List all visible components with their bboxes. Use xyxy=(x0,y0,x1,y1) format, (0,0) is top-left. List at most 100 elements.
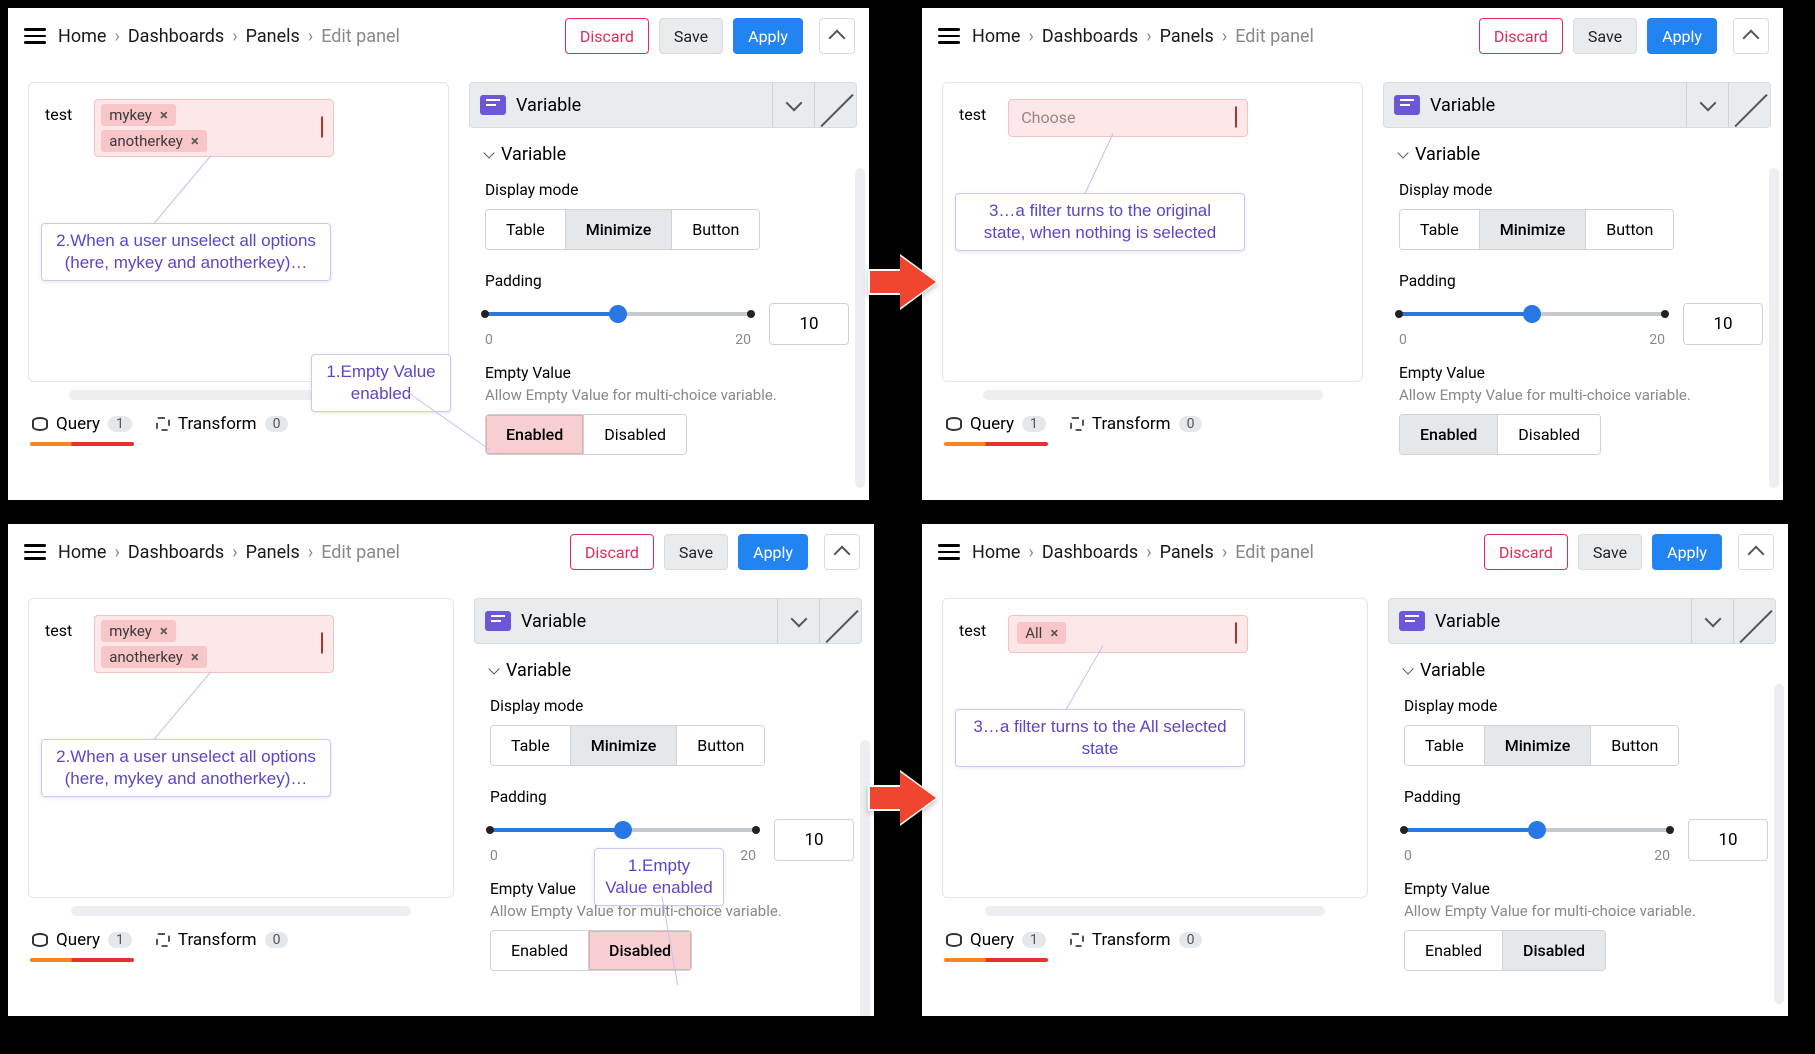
display-mode-button[interactable]: Button xyxy=(1591,726,1678,765)
chevron-down-icon[interactable] xyxy=(772,83,814,127)
hamburger-icon[interactable] xyxy=(936,22,962,50)
display-mode-button[interactable]: Button xyxy=(1586,210,1673,249)
chevron-down-icon[interactable] xyxy=(1686,83,1728,127)
panel-type-selector[interactable]: Variable xyxy=(474,598,862,644)
tab-transform[interactable]: Transform0 xyxy=(1070,926,1203,954)
chevron-right-icon[interactable] xyxy=(1728,83,1770,127)
collapse-pane-icon[interactable] xyxy=(1738,534,1774,570)
crumb-dashboards[interactable]: Dashboards xyxy=(128,26,224,47)
apply-button[interactable]: Apply xyxy=(733,18,803,54)
tab-query[interactable]: Query1 xyxy=(946,410,1046,438)
chevron-right-icon[interactable] xyxy=(1733,599,1775,643)
chevron-down-icon[interactable] xyxy=(321,119,323,138)
tab-transform[interactable]: Transform0 xyxy=(156,926,289,954)
apply-button[interactable]: Apply xyxy=(1647,18,1717,54)
filter-multiselect[interactable]: All× xyxy=(1008,615,1248,653)
chevron-right-icon[interactable] xyxy=(819,599,861,643)
display-mode-button[interactable]: Button xyxy=(672,210,759,249)
apply-button[interactable]: Apply xyxy=(1652,534,1722,570)
empty-value-disabled[interactable]: Disabled xyxy=(584,415,686,454)
save-button[interactable]: Save xyxy=(1573,18,1637,54)
crumb-home[interactable]: Home xyxy=(58,542,106,563)
crumb-dashboards[interactable]: Dashboards xyxy=(1042,26,1138,47)
empty-value-enabled[interactable]: Enabled xyxy=(486,415,584,454)
section-variable[interactable]: Variable xyxy=(485,144,849,165)
padding-slider[interactable] xyxy=(485,300,751,328)
chip-anotherkey[interactable]: anotherkey× xyxy=(101,130,207,152)
chevron-down-icon[interactable] xyxy=(1235,625,1237,644)
chevron-right-icon[interactable] xyxy=(814,83,856,127)
discard-button[interactable]: Discard xyxy=(1479,18,1563,54)
panel-type-selector[interactable]: Variable xyxy=(1383,82,1771,128)
hamburger-icon[interactable] xyxy=(22,22,48,50)
vertical-scrollbar[interactable] xyxy=(1774,684,1784,1004)
chevron-down-icon[interactable] xyxy=(321,635,323,654)
padding-input[interactable] xyxy=(1683,303,1763,345)
chevron-down-icon[interactable] xyxy=(1691,599,1733,643)
tab-query[interactable]: Query1 xyxy=(946,926,1046,954)
horizontal-scrollbar[interactable] xyxy=(985,906,1325,916)
discard-button[interactable]: Discard xyxy=(565,18,649,54)
tab-query[interactable]: Query 1 xyxy=(32,410,132,438)
apply-button[interactable]: Apply xyxy=(738,534,808,570)
vertical-scrollbar[interactable] xyxy=(855,168,865,488)
display-mode-minimize[interactable]: Minimize xyxy=(566,210,673,249)
close-icon[interactable]: × xyxy=(191,132,199,150)
empty-value-disabled[interactable]: Disabled xyxy=(589,931,691,970)
display-mode-minimize[interactable]: Minimize xyxy=(1480,210,1587,249)
section-variable[interactable]: Variable xyxy=(1404,660,1768,681)
padding-input[interactable] xyxy=(774,819,854,861)
horizontal-scrollbar[interactable] xyxy=(983,390,1323,400)
panel-type-selector[interactable]: Variable xyxy=(469,82,857,128)
chevron-down-icon[interactable] xyxy=(1235,109,1237,128)
crumb-panels[interactable]: Panels xyxy=(246,542,300,563)
slider-thumb[interactable] xyxy=(1528,821,1546,839)
close-icon[interactable]: × xyxy=(191,648,199,666)
tab-transform[interactable]: Transform0 xyxy=(1070,410,1203,438)
display-mode-table[interactable]: Table xyxy=(1400,210,1480,249)
padding-input[interactable] xyxy=(1688,819,1768,861)
display-mode-button[interactable]: Button xyxy=(677,726,764,765)
save-button[interactable]: Save xyxy=(659,18,723,54)
chip-all[interactable]: All× xyxy=(1017,622,1066,644)
display-mode-table[interactable]: Table xyxy=(491,726,571,765)
save-button[interactable]: Save xyxy=(1578,534,1642,570)
close-icon[interactable]: × xyxy=(1050,624,1058,642)
chevron-down-icon[interactable] xyxy=(777,599,819,643)
padding-input[interactable] xyxy=(769,303,849,345)
empty-value-disabled[interactable]: Disabled xyxy=(1503,931,1605,970)
slider-thumb[interactable] xyxy=(614,821,632,839)
crumb-dashboards[interactable]: Dashboards xyxy=(128,542,224,563)
crumb-home[interactable]: Home xyxy=(58,26,106,47)
chip-anotherkey[interactable]: anotherkey× xyxy=(101,646,207,668)
section-variable[interactable]: Variable xyxy=(490,660,854,681)
hamburger-icon[interactable] xyxy=(22,538,48,566)
collapse-pane-icon[interactable] xyxy=(824,534,860,570)
crumb-panels[interactable]: Panels xyxy=(246,26,300,47)
slider-thumb[interactable] xyxy=(1523,305,1541,323)
display-mode-minimize[interactable]: Minimize xyxy=(1485,726,1592,765)
crumb-panels[interactable]: Panels xyxy=(1160,542,1214,563)
collapse-pane-icon[interactable] xyxy=(819,18,855,54)
filter-multiselect[interactable]: mykey× anotherkey× xyxy=(94,615,334,673)
display-mode-table[interactable]: Table xyxy=(1405,726,1485,765)
close-icon[interactable]: × xyxy=(160,106,168,124)
discard-button[interactable]: Discard xyxy=(570,534,654,570)
filter-multiselect[interactable]: Choose xyxy=(1008,99,1248,137)
empty-value-enabled[interactable]: Enabled xyxy=(491,931,589,970)
chip-mykey[interactable]: mykey× xyxy=(101,104,176,126)
padding-slider[interactable] xyxy=(1399,300,1665,328)
filter-multiselect[interactable]: mykey× anotherkey× xyxy=(94,99,334,157)
hamburger-icon[interactable] xyxy=(936,538,962,566)
crumb-dashboards[interactable]: Dashboards xyxy=(1042,542,1138,563)
tab-transform[interactable]: Transform 0 xyxy=(156,410,289,438)
horizontal-scrollbar[interactable] xyxy=(71,906,411,916)
empty-value-enabled[interactable]: Enabled xyxy=(1405,931,1503,970)
display-mode-minimize[interactable]: Minimize xyxy=(571,726,678,765)
collapse-pane-icon[interactable] xyxy=(1733,18,1769,54)
empty-value-disabled[interactable]: Disabled xyxy=(1498,415,1600,454)
section-variable[interactable]: Variable xyxy=(1399,144,1763,165)
display-mode-table[interactable]: Table xyxy=(486,210,566,249)
crumb-home[interactable]: Home xyxy=(972,26,1020,47)
empty-value-enabled[interactable]: Enabled xyxy=(1400,415,1498,454)
